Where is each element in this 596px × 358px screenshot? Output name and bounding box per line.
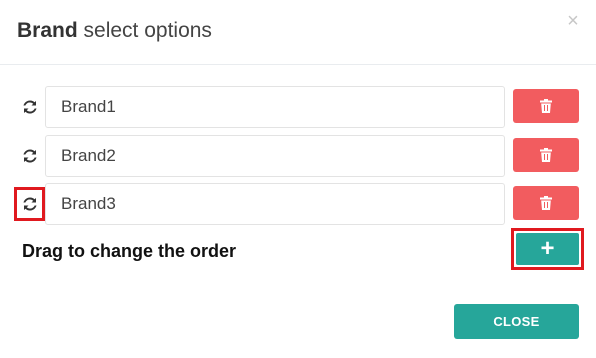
drag-hint-text: Drag to change the order — [22, 241, 237, 261]
select-options-dialog: Brand select options × Drag to change th… — [0, 0, 596, 358]
option-input[interactable] — [45, 183, 505, 225]
drag-handle-refresh-icon[interactable] — [14, 187, 45, 221]
option-input[interactable] — [45, 135, 505, 177]
refresh-icon — [22, 197, 37, 211]
dialog-title-rest: select options — [77, 19, 212, 42]
drag-handle-refresh-icon[interactable] — [15, 94, 45, 120]
delete-option-button[interactable] — [513, 186, 579, 220]
option-row — [0, 86, 596, 128]
dialog-title: Brand select options — [17, 19, 212, 43]
refresh-icon — [23, 100, 37, 114]
refresh-icon — [23, 149, 37, 163]
close-button[interactable]: CLOSE — [454, 304, 579, 339]
option-input[interactable] — [45, 86, 505, 128]
option-row — [0, 135, 596, 177]
trash-icon — [540, 99, 552, 113]
add-button-highlight: + — [511, 228, 584, 270]
delete-option-button[interactable] — [513, 89, 579, 123]
delete-option-button[interactable] — [513, 138, 579, 172]
trash-icon — [540, 196, 552, 210]
close-icon[interactable]: × — [563, 11, 583, 31]
dialog-header: Brand select options × — [0, 0, 596, 65]
dialog-title-bold: Brand — [17, 19, 78, 42]
option-row — [0, 183, 596, 225]
drag-handle-refresh-icon[interactable] — [15, 143, 45, 169]
add-option-button[interactable]: + — [516, 233, 579, 265]
trash-icon — [540, 148, 552, 162]
